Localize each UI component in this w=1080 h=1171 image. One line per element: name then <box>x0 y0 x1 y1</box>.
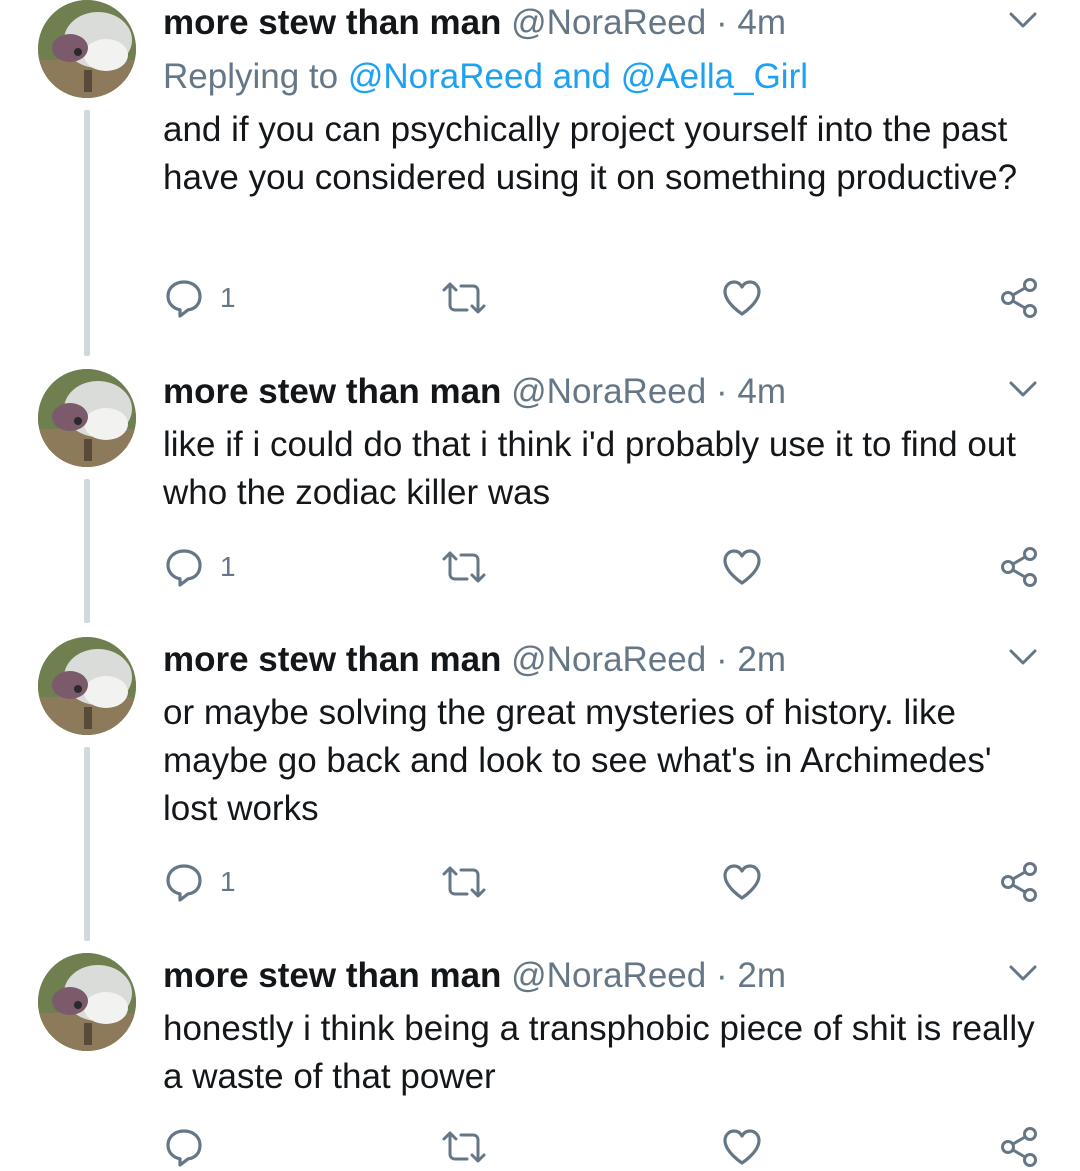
like-button[interactable] <box>720 858 764 906</box>
avatar[interactable] <box>38 637 136 735</box>
heart-icon <box>723 1129 761 1165</box>
like-button[interactable] <box>720 543 764 591</box>
retweet-icon <box>442 866 486 898</box>
share-button[interactable] <box>997 274 1043 322</box>
tweet-header: more stew than man @NoraReed · 4m <box>163 0 786 46</box>
separator: · <box>715 956 728 995</box>
reply-button[interactable]: 1 <box>162 543 236 591</box>
display-name[interactable]: more stew than man <box>163 640 501 679</box>
reply-count: 1 <box>220 551 236 582</box>
user-handle[interactable]: @NoraReed <box>511 640 706 679</box>
retweet-button[interactable] <box>438 1123 490 1171</box>
reply-button[interactable]: 1 <box>162 274 236 322</box>
reply-count: 1 <box>220 282 236 313</box>
avatar[interactable] <box>38 369 136 467</box>
tweet-text: like if i could do that i think i'd prob… <box>163 425 1017 512</box>
tweet-text: or maybe solving the great mysteries of … <box>163 693 992 828</box>
share-button[interactable] <box>997 543 1043 591</box>
tweet-actions <box>0 1123 1080 1171</box>
tweet-text: and if you can psychically project yours… <box>163 110 1018 197</box>
retweet-button[interactable] <box>438 543 490 591</box>
thread-connector <box>84 747 90 941</box>
separator: · <box>715 640 728 679</box>
chevron-down-icon[interactable] <box>1003 643 1043 671</box>
chevron-down-icon[interactable] <box>1003 959 1043 987</box>
share-icon <box>1001 862 1037 902</box>
chevron-down-icon[interactable] <box>1003 375 1043 403</box>
tweet-header: more stew than man @NoraReed · 4m <box>163 369 786 415</box>
replying-to-link[interactable]: @NoraReed and @Aella_Girl <box>348 57 808 96</box>
timestamp[interactable]: 2m <box>737 956 786 995</box>
replying-prefix: Replying to <box>163 57 339 96</box>
share-button[interactable] <box>997 1123 1043 1171</box>
display-name[interactable]: more stew than man <box>163 3 501 42</box>
separator: · <box>715 3 728 42</box>
tweet-thread: more stew than man @NoraReed · 4m Replyi… <box>0 0 1080 1169</box>
share-button[interactable] <box>997 858 1043 906</box>
retweet-button[interactable] <box>438 274 490 322</box>
chevron-down-icon[interactable] <box>1003 6 1043 34</box>
timestamp[interactable]: 4m <box>737 372 786 411</box>
tweet-text: honestly i think being a transphobic pie… <box>163 1009 1035 1096</box>
avatar[interactable] <box>38 0 136 98</box>
reply-icon <box>166 280 202 318</box>
reply-icon <box>166 864 202 902</box>
share-icon <box>1001 547 1037 587</box>
avatar[interactable] <box>38 953 136 1051</box>
tweet-header: more stew than man @NoraReed · 2m <box>163 637 786 683</box>
heart-icon <box>723 280 761 316</box>
tweet-actions: 1 <box>0 274 1080 322</box>
user-handle[interactable]: @NoraReed <box>511 3 706 42</box>
user-handle[interactable]: @NoraReed <box>511 956 706 995</box>
user-handle[interactable]: @NoraReed <box>511 372 706 411</box>
reply-icon <box>166 549 202 587</box>
retweet-button[interactable] <box>438 858 490 906</box>
reply-count: 1 <box>220 866 236 897</box>
display-name[interactable]: more stew than man <box>163 956 501 995</box>
display-name[interactable]: more stew than man <box>163 372 501 411</box>
like-button[interactable] <box>720 1123 764 1171</box>
retweet-icon <box>442 551 486 583</box>
heart-icon <box>723 549 761 585</box>
like-button[interactable] <box>720 274 764 322</box>
retweet-icon <box>442 282 486 314</box>
reply-button[interactable]: 1 <box>162 858 236 906</box>
separator: · <box>715 372 728 411</box>
tweet-header: more stew than man @NoraReed · 2m <box>163 953 786 999</box>
timestamp[interactable]: 2m <box>737 640 786 679</box>
reply-button[interactable] <box>162 1123 220 1171</box>
heart-icon <box>723 864 761 900</box>
tweet-actions: 1 <box>0 543 1080 591</box>
tweet-actions: 1 <box>0 858 1080 906</box>
timestamp[interactable]: 4m <box>737 3 786 42</box>
reply-icon <box>166 1129 202 1167</box>
replying-to: Replying to @NoraReed and @Aella_Girl <box>163 54 808 100</box>
share-icon <box>1001 278 1037 318</box>
share-icon <box>1001 1127 1037 1167</box>
retweet-icon <box>442 1131 486 1163</box>
